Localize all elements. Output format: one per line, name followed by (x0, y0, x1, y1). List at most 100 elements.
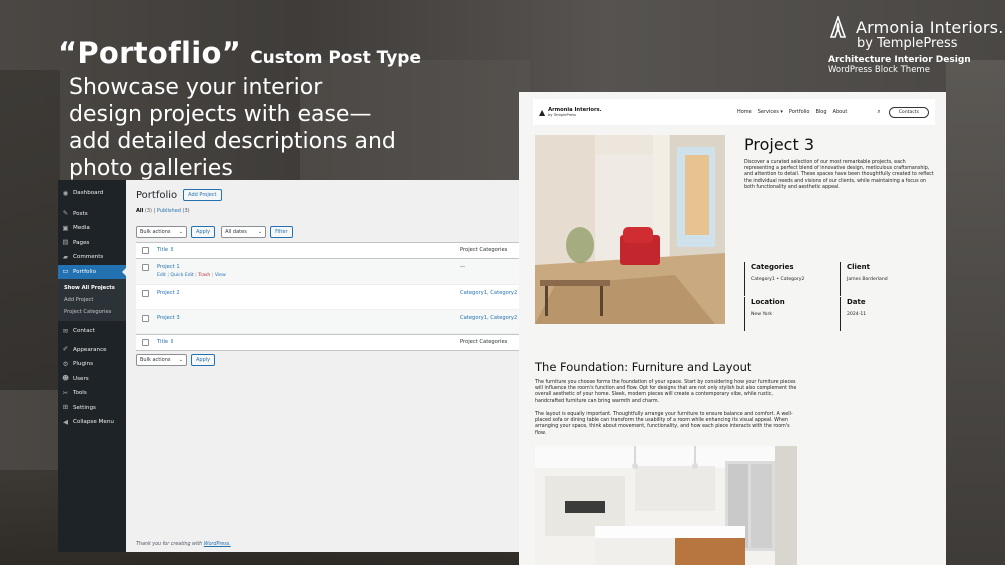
project-meta-row-2: Location New York Date 2024-11 (744, 297, 936, 331)
sort-icon[interactable]: ⇕ (170, 247, 174, 253)
sidebar-item-comments[interactable]: ▰ Comments (58, 250, 126, 265)
bulk-actions-select[interactable]: Bulk actions ⌄ (136, 226, 187, 238)
row-checkbox[interactable] (142, 290, 149, 297)
headline-sub: Custom Post Type (250, 48, 421, 68)
column-title[interactable]: Title (157, 247, 168, 253)
brand-line2: WordPress Block Theme (828, 65, 930, 75)
sidebar-item-label: Appearance (73, 346, 107, 353)
brand-block: Armonia Interiors. by TemplePress Archit… (828, 16, 1003, 75)
site-logo-by: by TemplePress (548, 113, 576, 117)
comments-icon: ▰ (63, 252, 68, 261)
meta-categories-label: Categories (751, 263, 794, 271)
section-heading: The Foundation: Furniture and Layout (535, 360, 752, 374)
settings-icon: ⊞ (62, 403, 69, 412)
row-checkbox[interactable] (142, 264, 149, 271)
row-action-edit[interactable]: Edit (157, 273, 166, 278)
add-project-button[interactable]: Add Project (183, 189, 222, 201)
sidebar-item-tools[interactable]: ✂ Tools (58, 386, 126, 401)
sidebar-item-label: Comments (73, 254, 104, 261)
column-categories: Project Categories (460, 247, 508, 253)
apply-button[interactable]: Apply (191, 354, 216, 366)
submenu-add-project[interactable]: Add Project (58, 294, 126, 306)
sidebar-item-portfolio[interactable]: ▭ Portfolio (58, 264, 126, 279)
sidebar-item-plugins[interactable]: ⚙ Plugins (58, 357, 126, 372)
row-action-quick-edit[interactable]: Quick Edit (170, 273, 193, 278)
date-filter-select[interactable]: All dates ⌄ (221, 226, 267, 238)
sidebar-item-users[interactable]: ☻ Users (58, 372, 126, 387)
wp-sidebar: ◉ Dashboard ✎ Posts ▣ Media ▤ Pages ▰ Comment… (58, 180, 126, 552)
media-icon: ▣ (62, 223, 69, 232)
table-row: Project 2 Category1, Category2 (136, 285, 519, 310)
sidebar-item-collapse[interactable]: ◀ Collapse Menu (58, 415, 126, 430)
sidebar-item-contact[interactable]: ✉ Contact (58, 324, 126, 339)
project-description: Discover a curated selection of our most… (744, 160, 934, 190)
sidebar-item-label: Settings (73, 404, 96, 411)
menu-home[interactable]: Home (737, 109, 752, 115)
row-title-link[interactable]: Project 2 (157, 290, 460, 296)
bulk-actions-label: Bulk actions (140, 229, 171, 235)
table-row: Project 1 Edit | Quick Edit | Trash | Vi… (136, 259, 519, 285)
all-dates-label: All dates (225, 229, 247, 235)
meta-client-label: Client (847, 263, 871, 271)
sidebar-item-media[interactable]: ▣ Media (58, 221, 126, 236)
filter-published[interactable]: Published (157, 208, 181, 214)
filter-button[interactable]: Filter (270, 226, 293, 238)
search-icon[interactable]: ⌕ (877, 108, 880, 116)
brand-name: Armonia Interiors. (856, 17, 1004, 37)
row-title-link[interactable]: Project 1 (157, 264, 460, 270)
projects-table: Title ⇕ Project Categories Project 1 Edi… (136, 242, 519, 351)
section-paragraph-2: The layout is equally important. Thought… (535, 412, 793, 436)
brand-by: by TemplePress (857, 36, 958, 51)
tablenav-bottom: Bulk actions ⌄ Apply (136, 354, 216, 366)
bulk-actions-label: Bulk actions (140, 357, 171, 363)
filter-published-count: (3) (182, 208, 190, 214)
column-categories: Project Categories (460, 339, 508, 345)
row-categories[interactable]: Category1, Category2 (460, 315, 517, 321)
select-all-checkbox[interactable] (142, 247, 149, 254)
submenu-show-all-projects[interactable]: Show All Projects (58, 282, 126, 294)
meta-date-label: Date (847, 298, 866, 306)
contacts-button[interactable]: Contacts (888, 106, 929, 118)
site-logo[interactable]: ▲ Armonia Interiors. by TemplePress (539, 107, 602, 117)
mail-icon: ✉ (62, 326, 69, 335)
row-checkbox[interactable] (142, 314, 149, 322)
bulk-actions-select[interactable]: Bulk actions ⌄ (136, 354, 187, 366)
footer-text: Thank you for creating with (136, 542, 203, 547)
section-paragraph-1: The furniture you choose forms the found… (535, 380, 797, 404)
row-action-view[interactable]: View (215, 273, 226, 278)
table-footer: Title ⇕ Project Categories (136, 334, 519, 350)
wp-admin-screenshot: ◉ Dashboard ✎ Posts ▣ Media ▤ Pages ▰ Comment… (58, 180, 519, 552)
sidebar-item-label: Users (73, 375, 89, 382)
menu-blog[interactable]: Blog (815, 109, 826, 115)
menu-about[interactable]: About (833, 109, 848, 115)
sort-icon[interactable]: ⇕ (170, 339, 174, 345)
tagline: Showcase your interior design projects w… (69, 75, 396, 181)
submenu-project-categories[interactable]: Project Categories (58, 306, 126, 318)
row-action-trash[interactable]: Trash (198, 273, 210, 278)
plugins-icon: ⚙ (62, 359, 69, 368)
filter-separator: | (153, 208, 156, 214)
column-title[interactable]: Title (157, 339, 168, 345)
menu-services[interactable]: Services ▾ (758, 109, 783, 115)
users-icon: ☻ (62, 374, 69, 383)
footer-wordpress-link[interactable]: WordPress. (204, 542, 231, 547)
row-categories[interactable]: Category1, Category2 (460, 290, 517, 296)
sidebar-item-appearance[interactable]: ✐ Appearance (58, 343, 126, 358)
sidebar-item-settings[interactable]: ⊞ Settings (58, 401, 126, 416)
filter-all[interactable]: All (136, 208, 143, 214)
sidebar-item-dashboard[interactable]: ◉ Dashboard (58, 186, 126, 201)
site-preview: ▲ Armonia Interiors. by TemplePress Home… (519, 92, 946, 565)
brand-line1: Architecture Interior Design (828, 55, 971, 65)
menu-portfolio[interactable]: Portfolio (789, 109, 810, 115)
sidebar-item-posts[interactable]: ✎ Posts (58, 207, 126, 222)
row-categories: — (460, 264, 466, 270)
portfolio-submenu: Show All Projects Add Project Project Ca… (58, 279, 126, 321)
apply-button[interactable]: Apply (191, 226, 216, 238)
headline: “Portoflio” Custom Post Type (58, 36, 421, 70)
select-all-checkbox[interactable] (142, 339, 149, 346)
meta-location-label: Location (751, 298, 785, 306)
row-title-link[interactable]: Project 3 (157, 315, 460, 321)
sidebar-item-label: Posts (73, 210, 88, 217)
table-row: Project 3 Category1, Category2 (136, 309, 519, 334)
sidebar-item-pages[interactable]: ▤ Pages (58, 236, 126, 251)
